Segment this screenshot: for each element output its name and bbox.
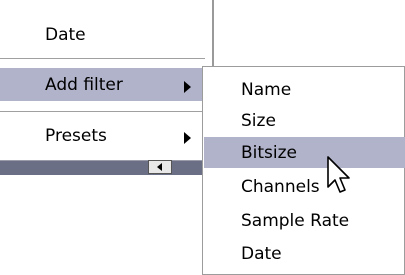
filter-submenu: Name Size Bitsize Channels Sample Rate D… [202, 66, 405, 275]
submenu-item-label: Sample Rate [241, 211, 350, 231]
menu-item-date[interactable]: Date [0, 18, 205, 51]
menu-item-label: Date [45, 25, 86, 45]
submenu-arrow-icon [184, 81, 191, 93]
submenu-arrow-icon [184, 132, 191, 144]
submenu-item-channels[interactable]: Channels [204, 171, 405, 202]
menu-separator [0, 111, 205, 112]
menu-separator [0, 58, 205, 59]
submenu-item-name[interactable]: Name [204, 74, 405, 105]
submenu-item-label: Date [241, 244, 282, 264]
context-menu: Date Add filter Presets [0, 0, 214, 172]
submenu-item-label: Name [241, 80, 292, 100]
submenu-item-size[interactable]: Size [204, 105, 405, 136]
menu-item-presets[interactable]: Presets [0, 119, 205, 152]
mouse-cursor-icon [327, 156, 350, 193]
submenu-item-label: Channels [241, 177, 320, 197]
background-window-strip [0, 160, 214, 175]
menu-divider-vertical [212, 0, 214, 68]
scroll-left-arrow-icon [157, 163, 162, 171]
menu-item-add-filter[interactable]: Add filter [0, 68, 205, 101]
menu-item-label: Add filter [45, 75, 123, 95]
submenu-item-date[interactable]: Date [204, 238, 405, 269]
submenu-item-label: Bitsize [241, 143, 298, 163]
submenu-item-sample-rate[interactable]: Sample Rate [204, 205, 405, 236]
submenu-item-label: Size [241, 111, 276, 131]
menu-item-label: Presets [45, 126, 107, 146]
submenu-item-bitsize[interactable]: Bitsize [204, 137, 405, 168]
scroll-left-button[interactable] [148, 160, 172, 174]
